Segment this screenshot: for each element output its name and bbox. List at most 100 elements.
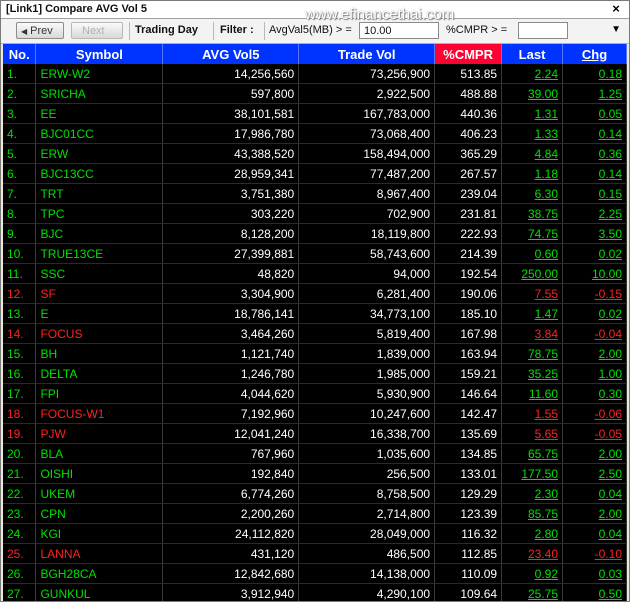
symbol-cell[interactable]: UKEM xyxy=(35,483,164,504)
symbol-cell[interactable]: TRUE13CE xyxy=(35,243,164,264)
change-cell[interactable]: 2.25 xyxy=(562,203,627,224)
symbol-cell[interactable]: ERW xyxy=(35,143,164,164)
table-row[interactable]: 6. BJC13CC 28,959,341 77,487,200 267.57 1.18 0… xyxy=(3,163,627,184)
last-price-cell[interactable]: 1.31 xyxy=(501,103,564,124)
symbol-cell[interactable]: E xyxy=(35,303,164,324)
change-cell[interactable]: 10.00 xyxy=(562,263,627,284)
symbol-cell[interactable]: EE xyxy=(35,103,164,124)
symbol-cell[interactable]: TPC xyxy=(35,203,164,224)
symbol-cell[interactable]: ERW-W2 xyxy=(35,64,164,84)
last-price-cell[interactable]: 1.55 xyxy=(501,403,564,424)
symbol-cell[interactable]: SRICHA xyxy=(35,83,164,104)
table-row[interactable]: 9. BJC 8,128,200 18,119,800 222.93 74.75 3.50 xyxy=(3,223,627,244)
symbol-cell[interactable]: SSC xyxy=(35,263,164,284)
symbol-cell[interactable]: SF xyxy=(35,283,164,304)
chevron-down-icon[interactable]: ▼ xyxy=(611,24,621,35)
last-price-cell[interactable]: 6.30 xyxy=(501,183,564,204)
symbol-cell[interactable]: GUNKUL xyxy=(35,583,164,601)
change-cell[interactable]: 3.50 xyxy=(562,223,627,244)
last-price-cell[interactable]: 74.75 xyxy=(501,223,564,244)
col-header-chg[interactable]: Chg xyxy=(562,44,627,64)
change-cell[interactable]: 0.15 xyxy=(562,183,627,204)
last-price-cell[interactable]: 23.40 xyxy=(501,543,564,564)
col-header-no[interactable]: No. xyxy=(3,44,37,64)
last-price-cell[interactable]: 5.65 xyxy=(501,423,564,444)
symbol-cell[interactable]: KGI xyxy=(35,523,164,544)
table-row[interactable]: 5. ERW 43,388,520 158,494,000 365.29 4.84 0.36 xyxy=(3,143,627,164)
last-price-cell[interactable]: 177.50 xyxy=(501,463,564,484)
last-price-cell[interactable]: 39.00 xyxy=(501,83,564,104)
change-cell[interactable]: 1.25 xyxy=(562,83,627,104)
symbol-cell[interactable]: FOCUS xyxy=(35,323,164,344)
table-row[interactable]: 16. DELTA 1,246,780 1,985,000 159.21 35.25 1.0… xyxy=(3,363,627,384)
change-cell[interactable]: 2.00 xyxy=(562,443,627,464)
change-cell[interactable]: 2.50 xyxy=(562,463,627,484)
symbol-cell[interactable]: BJC xyxy=(35,223,164,244)
table-row[interactable]: 13. E 18,786,141 34,773,100 185.10 1.47 0.02 xyxy=(3,303,627,324)
col-header-last[interactable]: Last xyxy=(501,44,564,64)
table-row[interactable]: 25. LANNA 431,120 486,500 112.85 23.40 -0.10 xyxy=(3,543,627,564)
table-row[interactable]: 17. FPI 4,044,620 5,930,900 146.64 11.60 0.30 xyxy=(3,383,627,404)
symbol-cell[interactable]: PJW xyxy=(35,423,164,444)
col-header-avg-vol5[interactable]: AVG Vol5 xyxy=(162,44,300,64)
table-row[interactable]: 14. FOCUS 3,464,260 5,819,400 167.98 3.84 -0.0… xyxy=(3,323,627,344)
change-cell[interactable]: 0.30 xyxy=(562,383,627,404)
change-cell[interactable]: 0.04 xyxy=(562,523,627,544)
next-button[interactable]: Next xyxy=(71,22,123,39)
table-row[interactable]: 21. OISHI 192,840 256,500 133.01 177.50 2.50 xyxy=(3,463,627,484)
last-price-cell[interactable]: 1.18 xyxy=(501,163,564,184)
change-cell[interactable]: 0.04 xyxy=(562,483,627,504)
last-price-cell[interactable]: 250.00 xyxy=(501,263,564,284)
table-row[interactable]: 18. FOCUS-W1 7,192,960 10,247,600 142.47 1.55… xyxy=(3,403,627,424)
change-cell[interactable]: 0.18 xyxy=(562,64,627,84)
col-header-cmpr[interactable]: %CMPR xyxy=(434,44,503,64)
last-price-cell[interactable]: 2.24 xyxy=(501,64,564,84)
last-price-cell[interactable]: 35.25 xyxy=(501,363,564,384)
table-row[interactable]: 3. EE 38,101,581 167,783,000 440.36 1.31 0.05 xyxy=(3,103,627,124)
symbol-cell[interactable]: FPI xyxy=(35,383,164,404)
table-row[interactable]: 4. BJC01CC 17,986,780 73,068,400 406.23 1.33 0… xyxy=(3,123,627,144)
symbol-cell[interactable]: BJC01CC xyxy=(35,123,164,144)
change-cell[interactable]: 0.02 xyxy=(562,303,627,324)
change-cell[interactable]: 0.02 xyxy=(562,243,627,264)
col-header-trade-vol[interactable]: Trade Vol xyxy=(298,44,436,64)
table-row[interactable]: 2. SRICHA 597,800 2,922,500 488.88 39.00 1.25 xyxy=(3,83,627,104)
symbol-cell[interactable]: BLA xyxy=(35,443,164,464)
last-price-cell[interactable]: 7.55 xyxy=(501,283,564,304)
last-price-cell[interactable]: 1.47 xyxy=(501,303,564,324)
last-price-cell[interactable]: 2.30 xyxy=(501,483,564,504)
symbol-cell[interactable]: BJC13CC xyxy=(35,163,164,184)
symbol-cell[interactable]: LANNA xyxy=(35,543,164,564)
table-row[interactable]: 27. GUNKUL 3,912,940 4,290,100 109.64 25.75 0.… xyxy=(3,583,627,601)
last-price-cell[interactable]: 0.60 xyxy=(501,243,564,264)
change-cell[interactable]: -0.15 xyxy=(562,283,627,304)
last-price-cell[interactable]: 2.80 xyxy=(501,523,564,544)
change-cell[interactable]: 0.14 xyxy=(562,123,627,144)
symbol-cell[interactable]: BH xyxy=(35,343,164,364)
table-row[interactable]: 8. TPC 303,220 702,900 231.81 38.75 2.25 xyxy=(3,203,627,224)
symbol-cell[interactable]: FOCUS-W1 xyxy=(35,403,164,424)
symbol-cell[interactable]: DELTA xyxy=(35,363,164,384)
table-row[interactable]: 10. TRUE13CE 27,399,881 58,743,600 214.39 0.6… xyxy=(3,243,627,264)
last-price-cell[interactable]: 3.84 xyxy=(501,323,564,344)
symbol-cell[interactable]: TRT xyxy=(35,183,164,204)
table-row[interactable]: 19. PJW 12,041,240 16,338,700 135.69 5.65 -0.0… xyxy=(3,423,627,444)
change-cell[interactable]: 2.00 xyxy=(562,343,627,364)
table-row[interactable]: 11. SSC 48,820 94,000 192.54 250.00 10.00 xyxy=(3,263,627,284)
close-icon[interactable]: × xyxy=(609,2,623,16)
change-cell[interactable]: 2.00 xyxy=(562,503,627,524)
change-cell[interactable]: -0.04 xyxy=(562,323,627,344)
change-cell[interactable]: 0.36 xyxy=(562,143,627,164)
table-row[interactable]: 12. SF 3,304,900 6,281,400 190.06 7.55 -0.15 xyxy=(3,283,627,304)
symbol-cell[interactable]: CPN xyxy=(35,503,164,524)
change-cell[interactable]: 0.50 xyxy=(562,583,627,601)
cmpr-filter-input[interactable] xyxy=(518,22,568,39)
last-price-cell[interactable]: 78.75 xyxy=(501,343,564,364)
change-cell[interactable]: -0.05 xyxy=(562,423,627,444)
change-cell[interactable]: -0.06 xyxy=(562,403,627,424)
last-price-cell[interactable]: 1.33 xyxy=(501,123,564,144)
change-cell[interactable]: 0.14 xyxy=(562,163,627,184)
last-price-cell[interactable]: 11.60 xyxy=(501,383,564,404)
change-cell[interactable]: 1.00 xyxy=(562,363,627,384)
table-row[interactable]: 26. BGH28CA 12,842,680 14,138,000 110.09 0.92… xyxy=(3,563,627,584)
